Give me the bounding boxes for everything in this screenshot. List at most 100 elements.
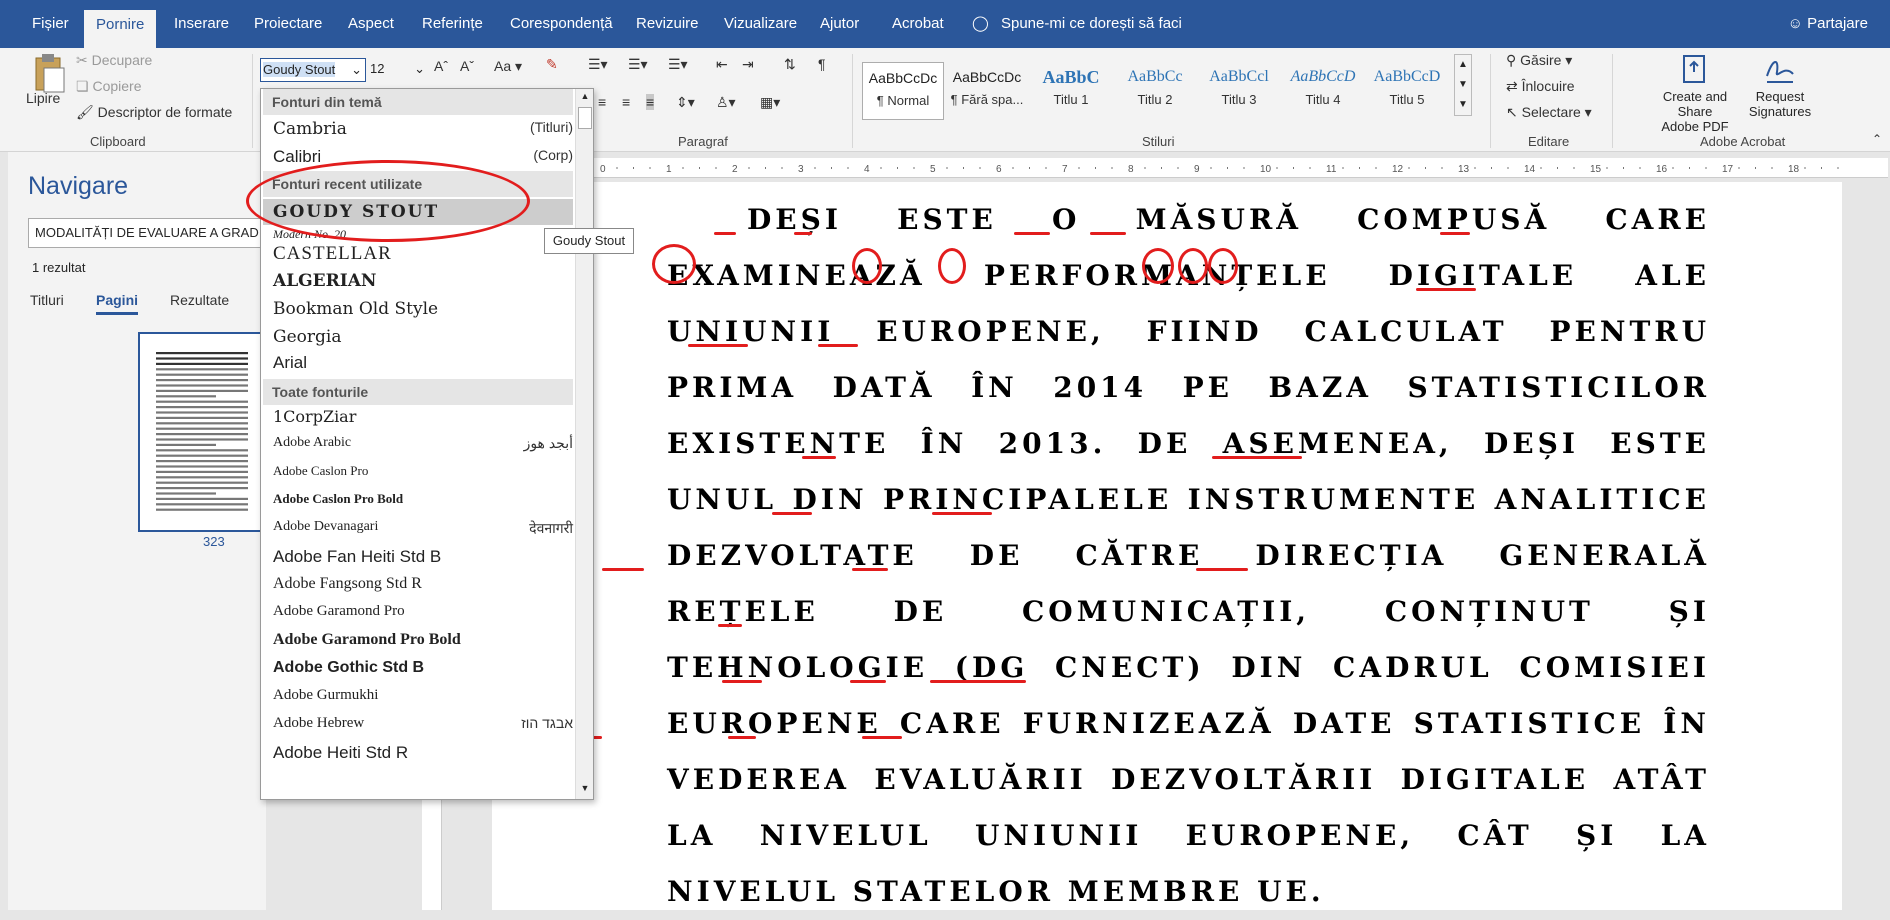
style-preview: AaBbCcD bbox=[1373, 68, 1441, 85]
sort-icon[interactable]: ⇅ bbox=[784, 56, 796, 73]
ruler-number: 1 bbox=[666, 164, 672, 175]
style-heading-4[interactable]: AaBbCcD Titlu 4 bbox=[1282, 62, 1364, 120]
cut-button[interactable]: ✂ Decupare bbox=[76, 52, 152, 69]
document-paragraph[interactable]: DEȘI ESTE O MĂSURĂ COMPUSĂ CARE EXAMINEA… bbox=[667, 192, 1710, 920]
borders-icon[interactable]: ▦▾ bbox=[760, 94, 780, 111]
tab-pages[interactable]: Pagini bbox=[96, 292, 139, 315]
shrink-font-icon[interactable]: Aˇ bbox=[460, 58, 474, 74]
chevron-down-icon[interactable]: ⌄ bbox=[414, 58, 425, 80]
font-item[interactable]: Adobe Gurmukhi bbox=[273, 687, 573, 704]
increase-indent-icon[interactable]: ⇥ bbox=[742, 56, 754, 73]
scroll-thumb[interactable] bbox=[578, 107, 592, 129]
acrobat-group-label: Adobe Acrobat bbox=[1700, 134, 1786, 149]
tab-corespondenta[interactable]: Corespondență bbox=[508, 12, 615, 44]
font-item[interactable]: Adobe Fangsong Std R bbox=[273, 575, 573, 593]
copy-button[interactable]: ❏ Copiere bbox=[76, 78, 141, 95]
font-item[interactable]: Arial bbox=[273, 353, 573, 373]
font-item[interactable]: Adobe Hebrew אבגד הוז bbox=[273, 715, 573, 732]
tell-me-box[interactable]: ◯ Spune-mi ce dorești să faci bbox=[972, 12, 1182, 36]
style-heading-3[interactable]: AaBbCcl Titlu 3 bbox=[1198, 62, 1280, 120]
ruler-number: 18 bbox=[1788, 164, 1800, 175]
numbering-icon[interactable]: ☰▾ bbox=[628, 56, 648, 73]
font-item[interactable]: Adobe Gothic Std B bbox=[273, 659, 573, 677]
font-item[interactable]: Cambria (Titluri) bbox=[273, 119, 573, 139]
scroll-up-icon[interactable]: ▲ bbox=[578, 91, 592, 105]
style-heading-2[interactable]: AaBbCc Titlu 2 bbox=[1114, 62, 1196, 120]
style-no-spacing[interactable]: AaBbCcDc ¶ Fără spa... bbox=[946, 62, 1028, 120]
thumbnail-line bbox=[156, 373, 248, 376]
tab-aspect[interactable]: Aspect bbox=[346, 12, 396, 44]
ruler-tick bbox=[1210, 167, 1212, 169]
tab-vizualizare[interactable]: Vizualizare bbox=[722, 12, 799, 44]
font-item[interactable]: Georgia bbox=[273, 327, 573, 347]
create-share-pdf-button[interactable]: Create and Share Adobe PDF bbox=[1650, 54, 1740, 134]
collapse-ribbon-icon[interactable]: ⌃ bbox=[1872, 132, 1882, 146]
font-item[interactable]: Adobe Arabic أبجد هوز bbox=[273, 435, 573, 451]
tab-referinte[interactable]: Referințe bbox=[420, 12, 485, 44]
font-item[interactable]: Adobe Fan Heiti Std B bbox=[273, 547, 573, 567]
justify-icon[interactable]: ≡ bbox=[646, 94, 655, 110]
shading-icon[interactable]: ♙▾ bbox=[716, 94, 736, 111]
line-spacing-icon[interactable]: ⇕▾ bbox=[676, 94, 695, 111]
font-item[interactable]: Adobe Devanagari देवनागरी bbox=[273, 519, 573, 536]
document-page[interactable]: DEȘI ESTE O MĂSURĂ COMPUSĂ CARE EXAMINEA… bbox=[492, 182, 1842, 910]
paste-icon[interactable] bbox=[30, 54, 70, 94]
font-item[interactable]: CASTELLAR bbox=[273, 243, 573, 265]
tab-headings[interactable]: Titluri bbox=[30, 292, 64, 308]
format-painter-button[interactable]: 🖌 Descriptor de formate bbox=[76, 104, 232, 121]
tab-revizuire[interactable]: Revizuire bbox=[634, 12, 701, 44]
ruler-tick bbox=[897, 167, 898, 169]
request-signatures-button[interactable]: Request Signatures bbox=[1740, 54, 1820, 119]
tab-ajutor[interactable]: Ajutor bbox=[818, 12, 861, 44]
font-item[interactable]: Adobe Heiti Std R bbox=[273, 743, 573, 763]
font-item[interactable]: Adobe Caslon Pro bbox=[273, 463, 573, 479]
tab-pornire[interactable]: Pornire bbox=[84, 10, 157, 48]
font-item[interactable]: Adobe Caslon Pro Bold bbox=[273, 491, 573, 507]
replace-button[interactable]: ⇄ Înlocuire bbox=[1506, 78, 1575, 95]
ruler-tick bbox=[1111, 167, 1113, 169]
dropdown-scrollbar[interactable]: ▲ ▼ bbox=[575, 89, 593, 799]
tab-inserare[interactable]: Inserare bbox=[172, 12, 231, 44]
ruler-number: 11 bbox=[1326, 164, 1337, 175]
share-button[interactable]: ☺ Partajare bbox=[1788, 12, 1868, 36]
font-item[interactable]: ALGERIAN bbox=[273, 271, 573, 291]
select-button[interactable]: ↖ Selectare ▾ bbox=[1506, 104, 1592, 121]
grow-font-icon[interactable]: Aˆ bbox=[434, 58, 448, 74]
paste-button[interactable]: Lipire bbox=[26, 90, 60, 106]
align-center-icon[interactable]: ≡ bbox=[598, 94, 606, 110]
font-size-combobox[interactable]: 12 ⌄ bbox=[370, 58, 428, 82]
annotation-circle bbox=[1178, 248, 1208, 284]
ruler-ticks: 0 1 2 3 4 5 6 7 8 9 10 11 12 13 14 15 16 17 18 bbox=[600, 164, 1839, 175]
tab-results[interactable]: Rezultate bbox=[170, 292, 229, 308]
ruler-tick bbox=[1243, 167, 1245, 169]
bullets-icon[interactable]: ☰▾ bbox=[588, 56, 608, 73]
ruler-tick bbox=[1491, 167, 1492, 169]
chevron-down-icon[interactable]: ⌄ bbox=[351, 59, 362, 81]
scroll-down-icon[interactable]: ▼ bbox=[578, 783, 592, 797]
horizontal-ruler[interactable]: 0 1 2 3 4 5 6 7 8 9 10 11 12 13 14 15 16 17 18 bbox=[488, 158, 1888, 178]
navigation-search-input[interactable]: MODALITĂȚI DE EVALUARE A GRAD bbox=[28, 218, 264, 248]
tab-fisier[interactable]: Fișier bbox=[30, 12, 71, 44]
clear-formatting-icon[interactable]: ✎ bbox=[546, 56, 558, 73]
align-right-icon[interactable]: ≡ bbox=[622, 94, 630, 110]
page-thumbnail[interactable] bbox=[138, 332, 266, 532]
font-item[interactable]: Adobe Garamond Pro bbox=[273, 603, 573, 620]
multilevel-list-icon[interactable]: ☰▾ bbox=[668, 56, 688, 73]
show-formatting-icon[interactable]: ¶ bbox=[818, 56, 826, 72]
tab-proiectare[interactable]: Proiectare bbox=[252, 12, 324, 44]
change-case-button[interactable]: Aa ▾ bbox=[494, 58, 522, 75]
style-heading-1[interactable]: AaBbC Titlu 1 bbox=[1030, 62, 1112, 120]
ruler-number: 17 bbox=[1722, 164, 1734, 175]
find-button[interactable]: ⚲ Găsire ▾ bbox=[1506, 52, 1572, 69]
style-normal[interactable]: AaBbCcDc ¶ Normal bbox=[862, 62, 944, 120]
thumbnail-line bbox=[156, 406, 248, 409]
tab-acrobat[interactable]: Acrobat bbox=[890, 12, 946, 44]
style-heading-5[interactable]: AaBbCcD Titlu 5 bbox=[1366, 62, 1448, 120]
decrease-indent-icon[interactable]: ⇤ bbox=[716, 56, 728, 73]
font-item[interactable]: Bookman Old Style bbox=[273, 299, 573, 319]
theme-fonts-header: Fonturi din temă bbox=[263, 89, 573, 115]
styles-scroll[interactable]: ▲ ▼ ▼ bbox=[1454, 54, 1472, 116]
font-name-combobox[interactable]: Goudy Stout ⌄ bbox=[260, 58, 366, 82]
font-item[interactable]: Adobe Garamond Pro Bold bbox=[273, 631, 573, 649]
font-item[interactable]: 1CorpZiar bbox=[273, 407, 573, 426]
